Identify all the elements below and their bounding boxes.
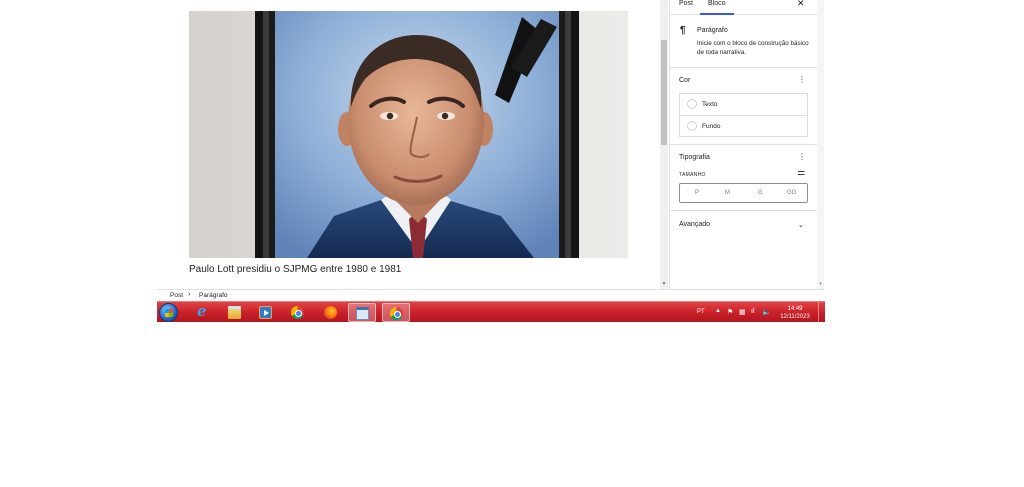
tab-bloco[interactable]: Bloco	[700, 0, 734, 15]
scroll-down-arrow-icon[interactable]: ▾	[660, 280, 668, 288]
signal-strength-icon[interactable]: ıl	[751, 308, 755, 315]
editor-scrollbar-thumb[interactable]	[661, 40, 667, 145]
settings-sidebar: Post Bloco ✕ ¶ Parágrafo Inicie com o bl…	[669, 0, 819, 289]
ie-glyph: e	[197, 302, 207, 320]
editor-scrollbar[interactable]: ▾	[660, 0, 668, 289]
block-title: Parágrafo	[697, 27, 728, 34]
breadcrumb-separator-icon: ›	[188, 291, 191, 298]
show-hidden-icons-icon[interactable]: ▲	[715, 308, 721, 314]
color-panel: Cor ⋮ Texto Fundo	[670, 69, 819, 145]
color-list: Texto Fundo	[679, 93, 808, 137]
color-text-option[interactable]: Texto	[680, 94, 807, 115]
start-button[interactable]	[159, 303, 178, 322]
editor-canvas[interactable]: Paulo Lott presidiu o SJPMG entre 1980 e…	[157, 0, 662, 289]
portrait-drawing	[189, 11, 628, 258]
close-icon[interactable]: ✕	[797, 0, 805, 9]
text-color-swatch-icon	[687, 99, 697, 109]
sidebar-tabs: Post Bloco ✕	[670, 0, 819, 15]
pilcrow-icon: ¶	[680, 25, 686, 36]
color-text-label: Texto	[702, 101, 718, 108]
action-center-flag-icon[interactable]: ⚑	[727, 308, 733, 316]
clock[interactable]: 14:49 12/11/2023	[777, 305, 813, 321]
font-size-segmented-control: P M G GG	[679, 183, 808, 203]
font-size-label: TAMANHO	[679, 172, 706, 178]
advanced-panel-title[interactable]: Avançado	[679, 221, 710, 228]
chrome-active-icon[interactable]	[382, 303, 410, 322]
firefox-icon[interactable]	[317, 303, 345, 322]
portrait-image[interactable]	[189, 11, 628, 258]
color-background-option[interactable]: Fundo	[680, 115, 807, 136]
size-option-p[interactable]: P	[695, 190, 699, 196]
sidebar-scrollbar[interactable]: ▾	[817, 0, 824, 289]
advanced-panel[interactable]: Avançado ⌄	[670, 212, 819, 238]
chevron-down-icon[interactable]: ⌄	[798, 221, 804, 229]
folder-icon[interactable]	[221, 303, 249, 322]
color-background-label: Fundo	[702, 123, 721, 130]
typography-options-icon[interactable]: ⋮	[798, 153, 806, 161]
color-panel-title[interactable]: Cor	[679, 77, 690, 84]
typography-panel: Tipografia ⋮ TAMANHO ⚌ P M G GG	[670, 146, 819, 211]
system-tray: PT ▲ ⚑ ▦ ıl 🔈 14:49 12/11/2023	[697, 302, 825, 323]
block-card: ¶ Parágrafo Inicie com o bloco de constr…	[670, 16, 819, 68]
tab-post[interactable]: Post	[679, 0, 693, 15]
clock-time: 14:49	[787, 306, 803, 312]
language-indicator[interactable]: PT	[697, 309, 705, 315]
image-caption[interactable]: Paulo Lott presidiu o SJPMG entre 1980 e…	[189, 264, 401, 275]
size-option-gg[interactable]: GG	[787, 190, 796, 196]
block-description: Inicie com o bloco de construção básico …	[697, 40, 809, 56]
taskbar: e PT ▲ ⚑ ▦ ıl 🔈 14:49 12/11/2023	[157, 301, 825, 323]
size-option-g[interactable]: G	[758, 190, 763, 196]
network-icon[interactable]: ▦	[739, 308, 746, 316]
internet-explorer-icon[interactable]: e	[190, 302, 218, 322]
show-desktop-button[interactable]	[818, 302, 824, 323]
media-player-icon[interactable]	[252, 303, 280, 322]
color-options-icon[interactable]: ⋮	[798, 76, 806, 84]
custom-size-sliders-icon[interactable]: ⚌	[797, 167, 805, 178]
size-option-m[interactable]: M	[725, 190, 730, 196]
breadcrumb-paragraph[interactable]: Parágrafo	[199, 292, 228, 299]
typography-panel-title[interactable]: Tipografia	[679, 154, 710, 161]
window-icon[interactable]	[348, 303, 376, 322]
breadcrumb-post[interactable]: Post	[170, 292, 183, 299]
clock-date: 12/11/2023	[780, 314, 810, 320]
breadcrumb: Post › Parágrafo	[157, 289, 824, 301]
sidebar-scroll-down-arrow-icon[interactable]: ▾	[817, 281, 824, 287]
chrome-icon[interactable]	[284, 303, 312, 322]
screen: Paulo Lott presidiu o SJPMG entre 1980 e…	[0, 0, 1024, 487]
background-color-swatch-icon	[687, 121, 697, 131]
volume-icon[interactable]: 🔈	[762, 308, 771, 316]
